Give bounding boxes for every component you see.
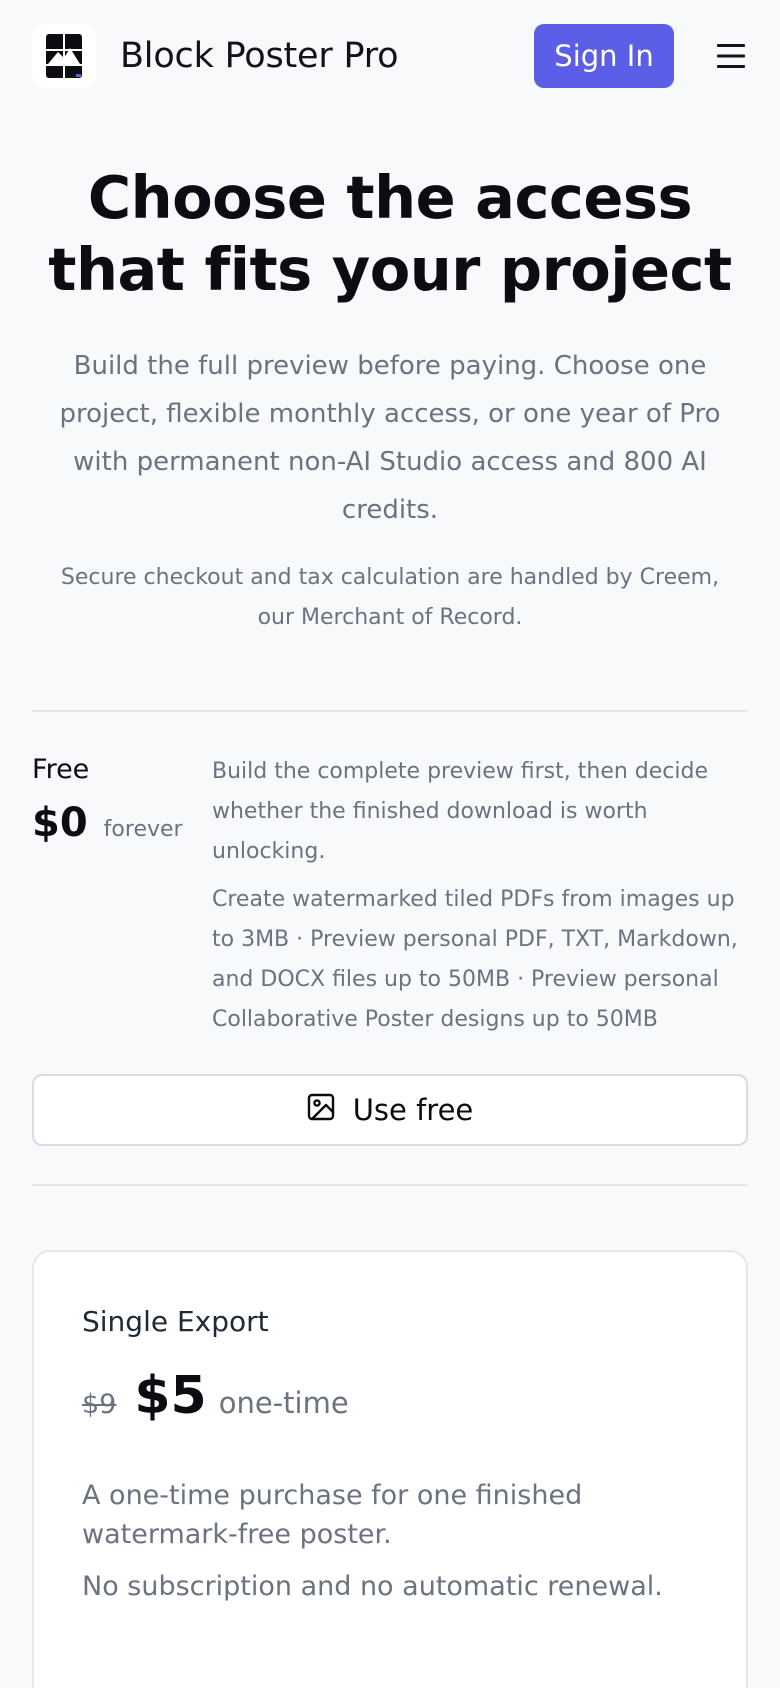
sign-in-button[interactable]: Sign In	[534, 24, 674, 88]
free-plan-name: Free	[32, 754, 90, 785]
checkout-note: Secure checkout and tax calculation are …	[60, 565, 720, 630]
hero-section: Choose the access that fits your project…	[32, 162, 748, 638]
free-plan-description: Build the complete preview first, then d…	[212, 759, 709, 864]
single-export-name: Single Export	[82, 1305, 269, 1338]
free-plan-section: Free $0 forever Build the complete previ…	[32, 712, 748, 1146]
page-title: Choose the access that fits your project	[48, 163, 732, 304]
single-export-card: Single Export $9 $5 one-time A one-time …	[32, 1250, 748, 1688]
free-plan-row: Free $0 forever Build the complete previ…	[32, 712, 748, 1040]
free-plan-summary: Free $0 forever	[32, 752, 212, 1040]
single-export-description: A one-time purchase for one finished wat…	[82, 1480, 583, 1550]
section-divider	[32, 1184, 748, 1186]
brand-name[interactable]: Block Poster Pro	[120, 36, 399, 76]
use-free-label: Use free	[352, 1093, 474, 1127]
free-plan-features: Create watermarked tiled PDFs from image…	[212, 887, 738, 1032]
hamburger-menu-icon[interactable]	[714, 39, 748, 73]
image-icon	[307, 1093, 335, 1128]
single-export-renewal-note: No subscription and no automatic renewal…	[82, 1571, 663, 1602]
single-export-price: $5	[134, 1366, 207, 1426]
hero-subtitle: Build the full preview before paying. Ch…	[59, 351, 721, 525]
free-plan-price-row: $0 forever	[32, 800, 212, 846]
top-header: Block Poster Pro Sign In	[32, 0, 748, 112]
free-plan-period: forever	[103, 817, 183, 842]
single-export-old-price: $9	[82, 1389, 117, 1420]
single-export-price-row: $9 $5 one-time	[82, 1366, 698, 1426]
pricing-page: Block Poster Pro Sign In Choose the acce…	[0, 0, 780, 1688]
free-plan-price: $0	[32, 800, 88, 846]
free-plan-details: Build the complete preview first, then d…	[212, 752, 748, 1040]
poster-grid-logo-icon[interactable]	[32, 24, 96, 88]
use-free-button[interactable]: Use free	[32, 1074, 748, 1146]
single-export-period: one-time	[218, 1386, 349, 1420]
